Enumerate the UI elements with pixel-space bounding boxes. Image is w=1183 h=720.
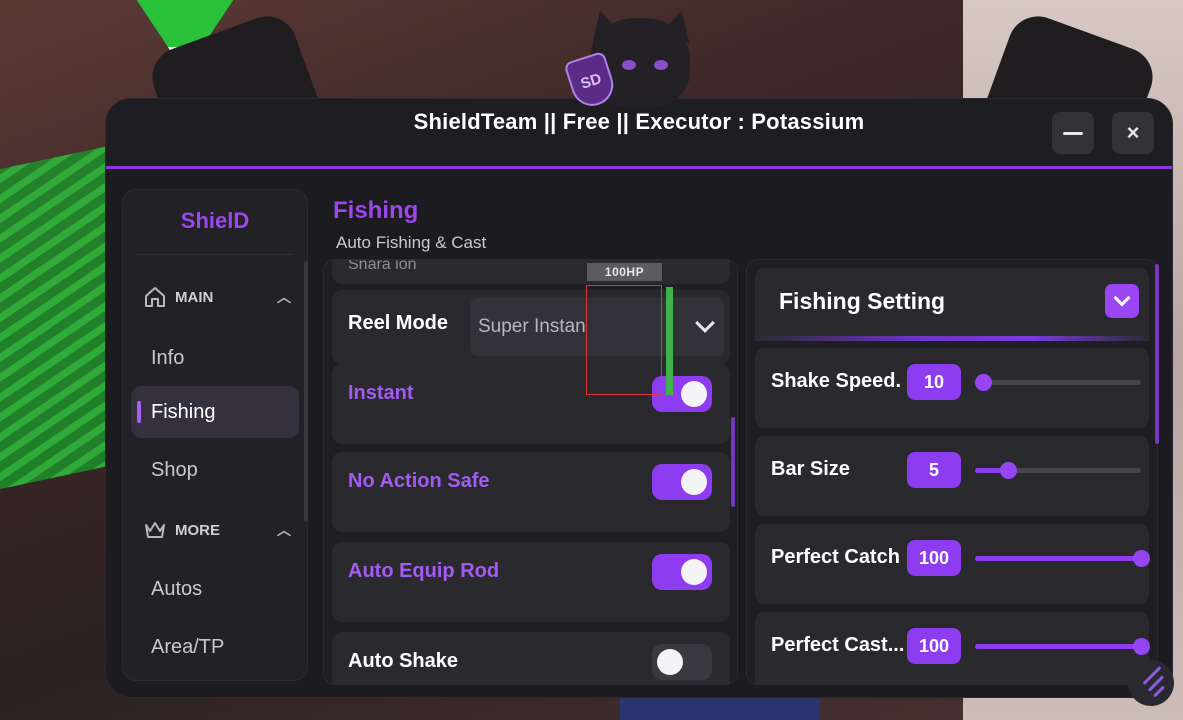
- slider-label: Perfect Cast...: [771, 634, 905, 656]
- toggle-label: Instant: [348, 382, 414, 404]
- list-item-partial: Snara ion: [332, 259, 730, 284]
- slider-fill: [975, 556, 1141, 561]
- toggle-label: Auto Shake: [348, 650, 459, 672]
- toggle-label: No Action Safe: [348, 470, 490, 492]
- slider-thumb[interactable]: [975, 374, 993, 391]
- crown-icon: [145, 522, 165, 538]
- close-icon: ×: [1126, 120, 1140, 145]
- toggles-scrollbar[interactable]: [731, 417, 735, 507]
- executor-window: ShieldTeam || Free || Executor : Potassi…: [105, 98, 1173, 698]
- brand-logo: ShielD: [180, 208, 250, 233]
- toggle-row-no-action-safe: No Action Safe: [332, 452, 730, 532]
- partial-label: Snara ion: [348, 259, 417, 273]
- reel-mode-label: Reel Mode: [348, 312, 449, 334]
- hp-bar: [666, 287, 673, 395]
- section-more[interactable]: MORE ︿: [143, 515, 291, 545]
- slider-value: 100: [918, 547, 950, 568]
- no-action-safe-toggle[interactable]: [652, 464, 712, 500]
- sidebar-item-label: Shop: [151, 458, 198, 481]
- chevron-up-icon[interactable]: ︿: [277, 520, 291, 540]
- chevron-down-icon: [695, 313, 715, 333]
- page-subtitle: Auto Fishing & Cast: [336, 233, 487, 252]
- sidebar-item-info[interactable]: Info: [131, 332, 299, 384]
- toggle-knob: [681, 381, 707, 407]
- section-main[interactable]: MAIN ︿: [143, 282, 291, 312]
- slider-fill: [975, 644, 1141, 649]
- fishing-setting-title: Fishing Setting: [779, 288, 946, 314]
- slider-thumb[interactable]: [1000, 462, 1018, 479]
- toggles-panel: Snara ion Reel Mode Super Instan Instant…: [323, 259, 738, 685]
- home-icon: [145, 287, 165, 307]
- sidebar-item-area-tp[interactable]: Area/TP: [131, 621, 299, 673]
- minimize-button[interactable]: [1052, 112, 1094, 154]
- slider-row: Shake Speed. 10: [755, 348, 1149, 428]
- slider-value: 5: [928, 459, 939, 480]
- slider-value: 10: [923, 371, 945, 392]
- slider-value: 100: [918, 635, 950, 656]
- chevron-up-icon[interactable]: ︿: [277, 287, 291, 307]
- section-more-label: MORE: [175, 521, 220, 539]
- slider-value-input[interactable]: 10: [907, 364, 961, 400]
- slider-label: Perfect Catch: [771, 546, 900, 568]
- sidebar-item-shop[interactable]: Shop: [131, 444, 299, 496]
- slider-track[interactable]: [975, 462, 1141, 479]
- slider-value-input[interactable]: 5: [907, 452, 961, 488]
- sidebar-scrollbar[interactable]: [304, 261, 308, 521]
- divider: [137, 254, 293, 255]
- toggle-row-auto-equip-rod: Auto Equip Rod: [332, 542, 730, 622]
- fishing-setting-panel: Fishing Setting Shake Speed. 10 Bar Size…: [746, 259, 1158, 685]
- toggle-label: Auto Equip Rod: [348, 560, 500, 582]
- settings-scrollbar[interactable]: [1155, 264, 1159, 444]
- slider-label: Bar Size: [771, 458, 850, 480]
- shield-badge-text: SD: [578, 69, 604, 93]
- slider-thumb[interactable]: [1133, 550, 1150, 567]
- target-box: [586, 285, 662, 395]
- close-button[interactable]: ×: [1112, 112, 1154, 154]
- grip-line: [1152, 685, 1166, 698]
- sidebar-item-label: Fishing: [151, 400, 216, 423]
- sidebar-item-label: Autos: [151, 577, 203, 600]
- slider-value-input[interactable]: 100: [907, 628, 961, 664]
- section-main-label: MAIN: [175, 288, 214, 306]
- collapse-button[interactable]: [1105, 284, 1139, 318]
- auto-equip-rod-toggle[interactable]: [652, 554, 712, 590]
- sidebar: ShielD MAIN ︿ Info Fishing Shop MORE ︿ A…: [122, 189, 308, 681]
- sidebar-item-fishing[interactable]: Fishing: [131, 386, 299, 438]
- slider-track[interactable]: [975, 550, 1150, 567]
- sidebar-item-label: Info: [151, 346, 185, 369]
- slider-track[interactable]: [975, 638, 1150, 655]
- slider-row: Perfect Catch 100: [755, 524, 1150, 604]
- cat-mascot: SD: [563, 6, 710, 120]
- toggle-knob: [681, 559, 707, 585]
- chevron-down-icon: [1113, 289, 1131, 307]
- slider-row: Perfect Cast... 100: [755, 612, 1150, 684]
- header-accent-line: [755, 336, 1149, 341]
- toggle-row-auto-shake: Auto Shake: [332, 632, 730, 684]
- sidebar-item-autos[interactable]: Autos: [131, 563, 299, 615]
- resize-handle[interactable]: [1128, 660, 1174, 706]
- cat-eye: [622, 60, 636, 70]
- toggle-knob: [657, 649, 683, 675]
- reel-mode-value: Super Instan: [478, 316, 586, 337]
- fishing-setting-header: Fishing Setting: [755, 268, 1149, 336]
- slider-value-input[interactable]: 100: [907, 540, 961, 576]
- minimize-icon: [1063, 131, 1083, 135]
- cat-eye: [654, 60, 668, 70]
- slider-label: Shake Speed.: [771, 370, 902, 392]
- page-title: Fishing: [333, 197, 419, 224]
- toggle-knob: [681, 469, 707, 495]
- slider-row: Bar Size 5: [755, 436, 1149, 516]
- sidebar-item-label: Area/TP: [151, 635, 225, 658]
- slider-thumb[interactable]: [1133, 638, 1150, 655]
- slider-track[interactable]: [975, 374, 1141, 391]
- hp-label: 100HP: [587, 263, 662, 281]
- auto-shake-toggle[interactable]: [652, 644, 712, 680]
